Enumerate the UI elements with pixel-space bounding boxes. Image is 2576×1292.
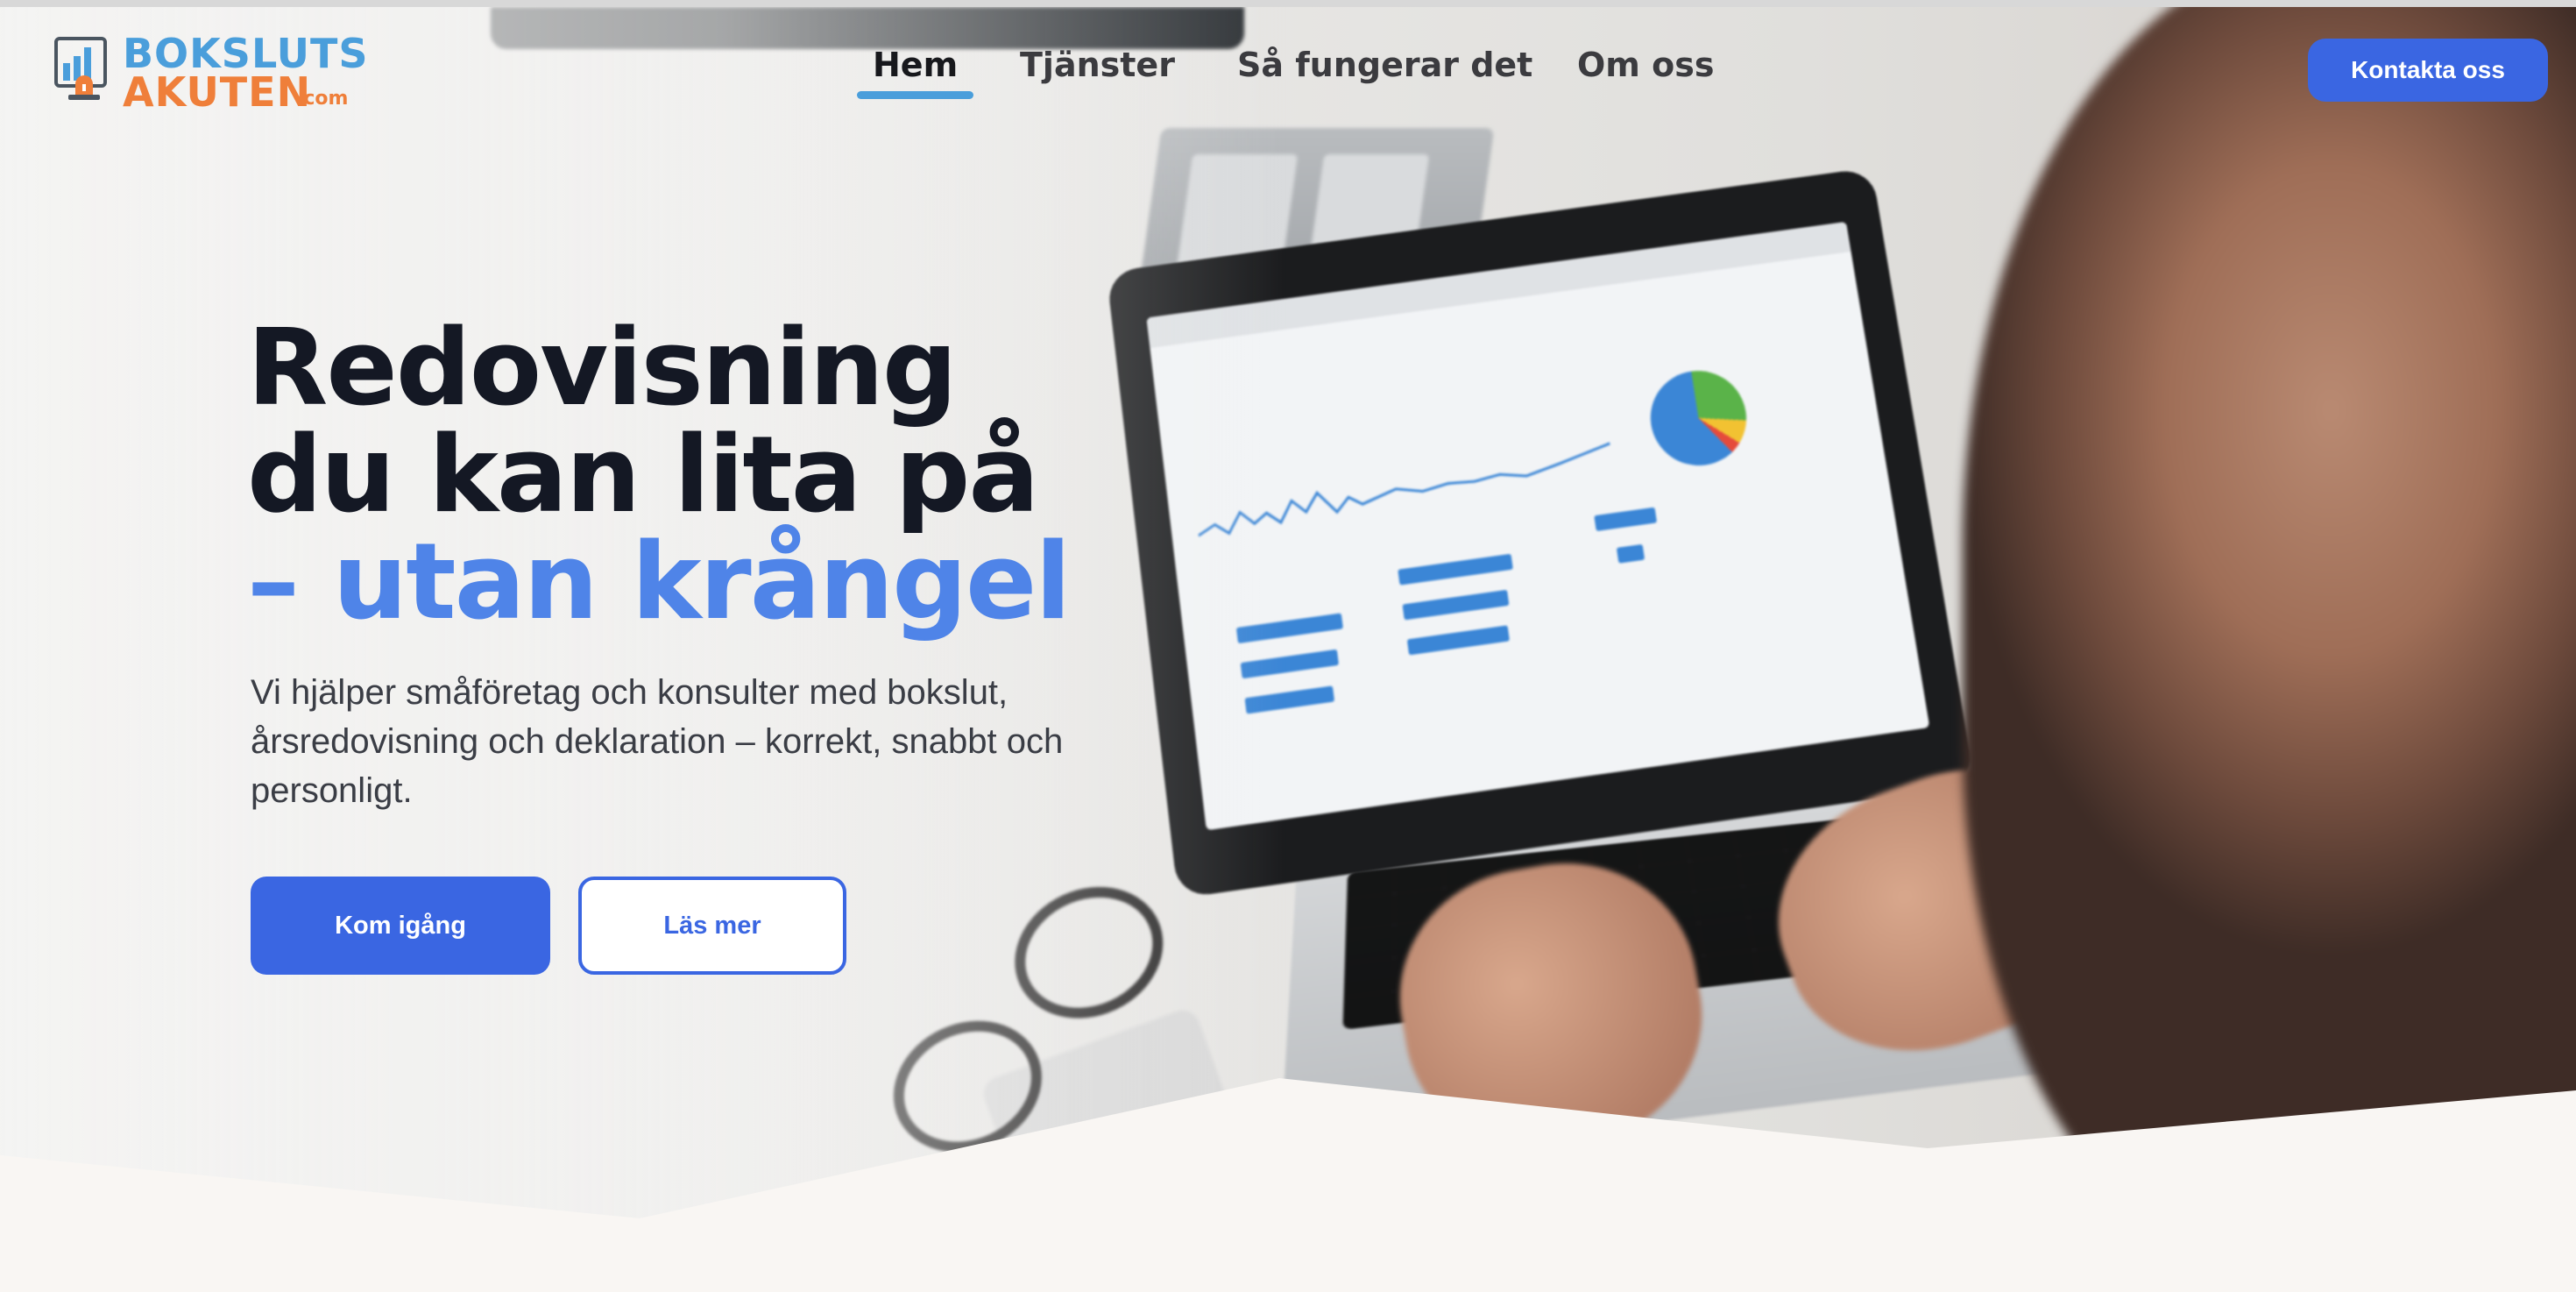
get-started-button[interactable]: Kom igång [251, 877, 550, 975]
nav-item-label: Hem [873, 46, 959, 84]
hero-headline: Redovisning du kan lita på – utan krånge… [247, 308, 1072, 643]
logo-domain-suffix: .com [296, 88, 349, 110]
read-more-button[interactable]: Läs mer [578, 877, 846, 975]
nav-item-hem[interactable]: Hem [857, 46, 974, 99]
headline-line-2: du kan lita på [247, 415, 1039, 536]
section-divider-wave [0, 1078, 2576, 1292]
contact-button[interactable]: Kontakta oss [2308, 39, 2548, 102]
nav-item-tjanster[interactable]: Tjänster [1020, 46, 1175, 84]
brand-logo[interactable]: BOKSLUTS AKUTEN .com [54, 30, 387, 116]
headline-line-1: Redovisning [247, 308, 958, 429]
hero-description: Vi hjälper småföretag och konsulter med … [251, 673, 1064, 810]
active-nav-indicator [857, 91, 974, 99]
logo-text-line2: AKUTEN [123, 68, 312, 116]
nav-item-om-oss[interactable]: Om oss [1577, 46, 1714, 84]
headline-line-3-accent: – utan krångel [247, 522, 1072, 643]
bar-chart-siren-icon [54, 37, 107, 100]
nav-item-sa-fungerar-det[interactable]: Så fungerar det [1237, 46, 1532, 84]
top-border [0, 0, 2576, 7]
